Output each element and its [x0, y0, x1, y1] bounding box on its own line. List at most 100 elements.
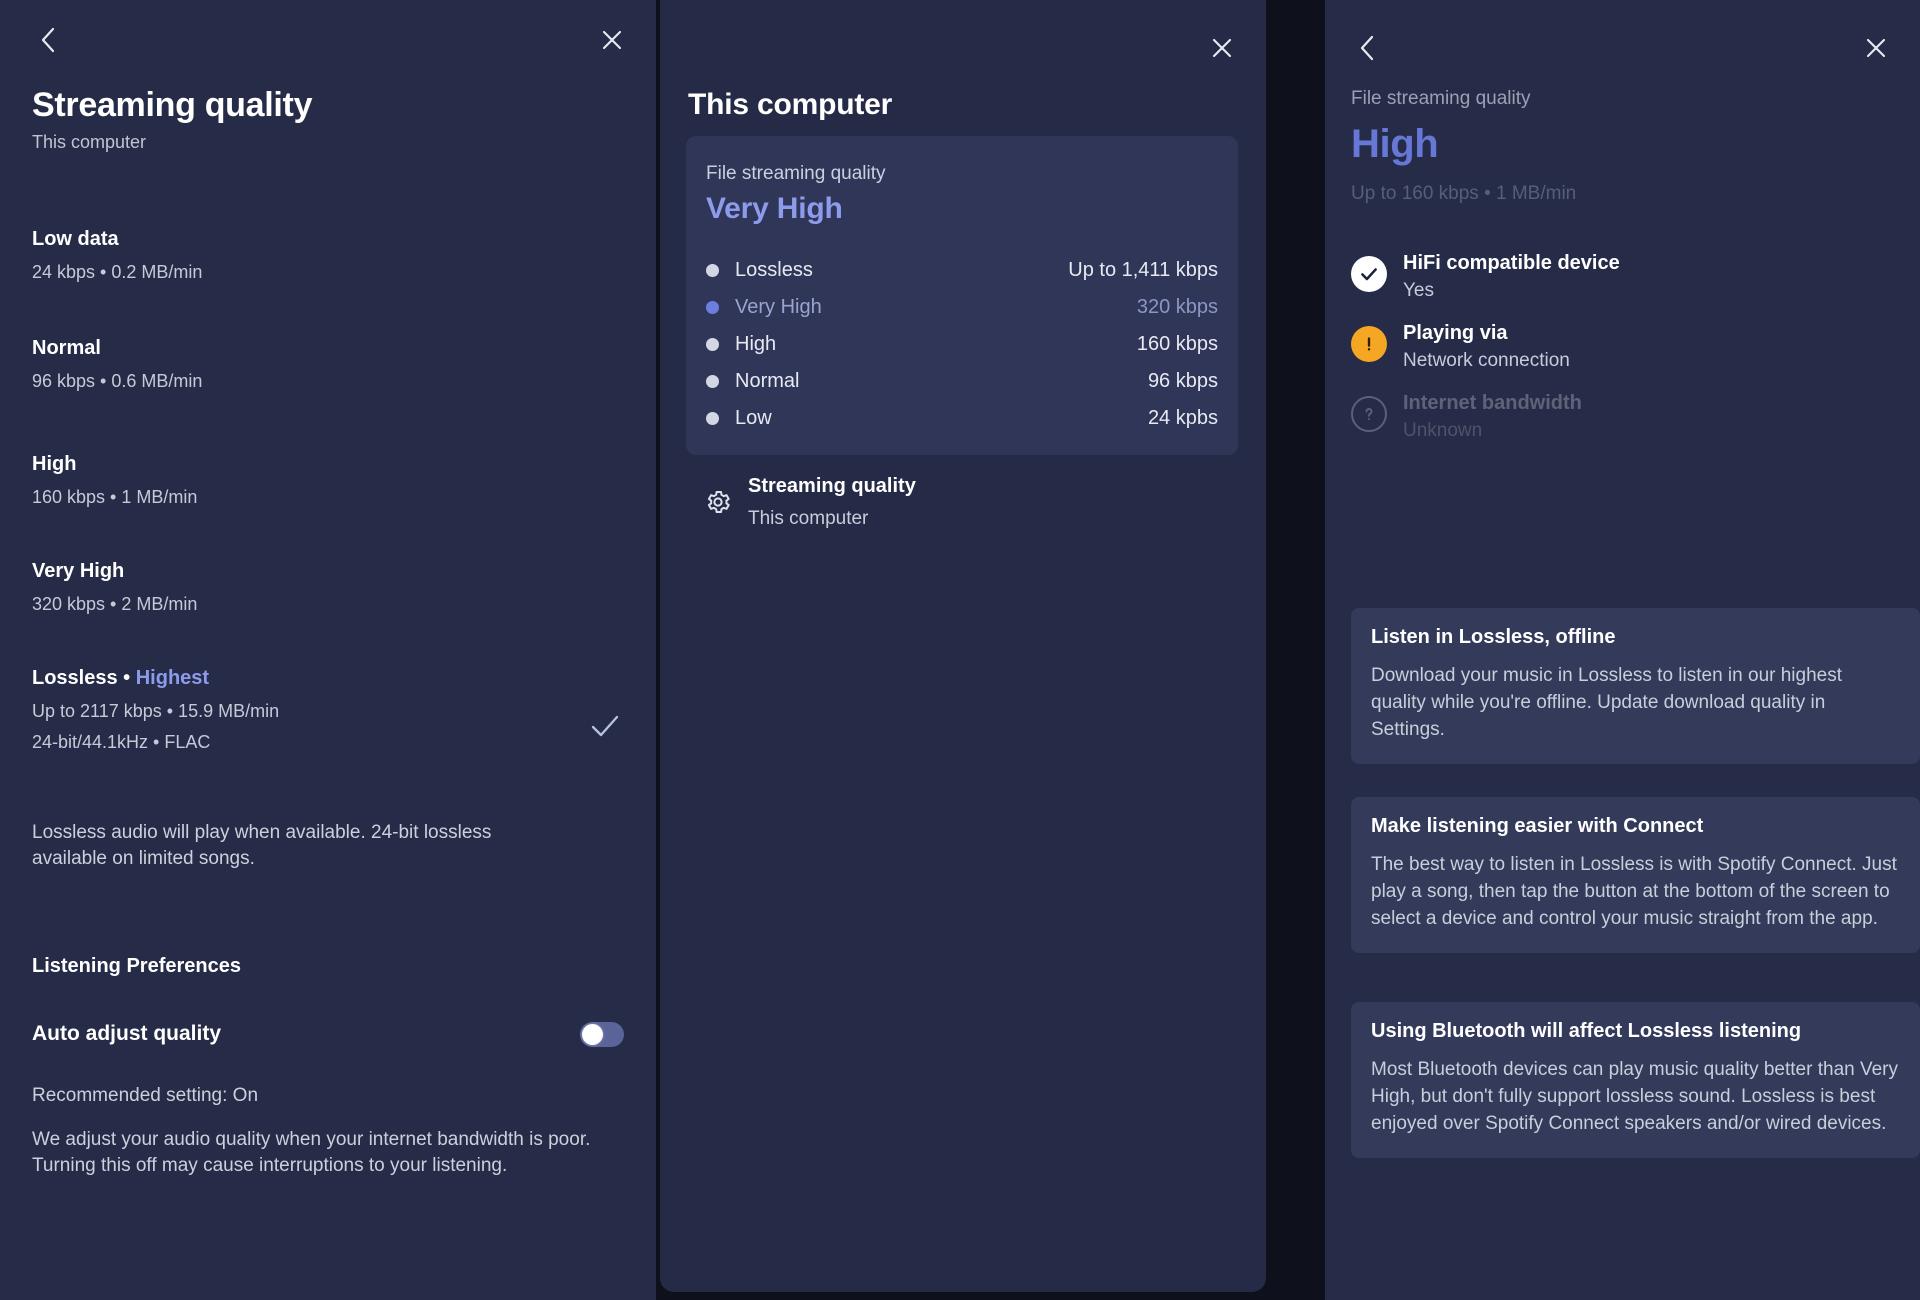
- close-button[interactable]: [1200, 26, 1244, 70]
- info-card-body: The best way to listen in Lossless is wi…: [1371, 854, 1897, 929]
- check-circle-icon: [1351, 256, 1387, 292]
- quality-option-lossless[interactable]: Lossless • Highest Up to 2117 kbps • 15.…: [32, 667, 624, 753]
- toggle-knob: [582, 1024, 603, 1045]
- detail-meta: Up to 160 kbps • 1 MB/min: [1351, 183, 1577, 204]
- radio-dot-icon: [706, 264, 719, 277]
- quality-option-normal[interactable]: Normal 96 kbps • 0.6 MB/min: [32, 337, 624, 392]
- info-card-title: Make listening easier with Connect: [1371, 815, 1704, 837]
- close-icon: [1212, 38, 1232, 58]
- listening-preferences-heading: Listening Preferences: [32, 955, 241, 977]
- mid-panel-topbar: [660, 0, 1266, 88]
- page-title: Streaming quality: [32, 86, 313, 124]
- option-value: 160 kbps: [1136, 333, 1218, 355]
- info-card-body: Most Bluetooth devices can play music qu…: [1371, 1059, 1898, 1134]
- status-title: Internet bandwidth: [1403, 392, 1582, 414]
- status-title: Playing via: [1403, 322, 1508, 344]
- option-value: 96 kbps: [1147, 370, 1218, 392]
- quality-name: Low data: [32, 228, 119, 250]
- quality-meta: 320 kbps • 2 MB/min: [32, 594, 198, 614]
- chevron-left-icon: [1360, 35, 1374, 61]
- quality-separator: •: [117, 667, 136, 689]
- panel-title: This computer: [688, 88, 893, 121]
- quality-badge: Highest: [135, 667, 210, 689]
- quality-meta: 96 kbps • 0.6 MB/min: [32, 371, 203, 391]
- close-icon: [1866, 38, 1886, 58]
- close-button[interactable]: [1854, 26, 1898, 70]
- quality-option-high[interactable]: High 160 kbps • 1 MB/min: [32, 453, 624, 508]
- status-list: HiFi compatible device Yes Playing via N…: [1351, 252, 1894, 462]
- info-card-bluetooth: Using Bluetooth will affect Lossless lis…: [1351, 1002, 1920, 1158]
- quality-meta: 160 kbps • 1 MB/min: [32, 487, 198, 507]
- option-high[interactable]: High 160 kbps: [686, 326, 1238, 363]
- radio-dot-icon: [706, 338, 719, 351]
- option-very-high[interactable]: Very High 320 kbps: [686, 289, 1238, 326]
- right-panel-topbar: [1325, 0, 1920, 88]
- quality-option-low-data[interactable]: Low data 24 kbps • 0.2 MB/min: [32, 228, 624, 283]
- info-card-title: Using Bluetooth will affect Lossless lis…: [1371, 1020, 1802, 1042]
- status-subtitle: Unknown: [1403, 420, 1483, 441]
- quality-name: Very High: [32, 560, 125, 582]
- page-subtitle: This computer: [32, 132, 147, 152]
- recommended-setting-text: Recommended setting: On: [32, 1085, 259, 1106]
- close-button[interactable]: [590, 18, 634, 62]
- auto-adjust-quality-label: Auto adjust quality: [32, 1022, 221, 1045]
- radio-dot-icon: [706, 375, 719, 388]
- detail-kicker: File streaming quality: [1351, 88, 1531, 109]
- question-circle-icon: [1351, 396, 1387, 432]
- file-streaming-quality-card: File streaming quality Very High Lossles…: [686, 136, 1238, 455]
- gear-icon: [704, 488, 732, 516]
- quality-option-very-high[interactable]: Very High 320 kbps • 2 MB/min: [32, 560, 624, 615]
- option-lossless[interactable]: Lossless Up to 1,411 kbps: [686, 252, 1238, 289]
- option-value: 320 kbps: [1136, 296, 1218, 318]
- card-value: Very High: [706, 192, 843, 225]
- this-computer-panel: This computer File streaming quality Ver…: [660, 0, 1266, 1292]
- option-normal[interactable]: Normal 96 kbps: [686, 363, 1238, 400]
- option-low[interactable]: Low 24 kpbs: [686, 400, 1238, 437]
- card-label: File streaming quality: [706, 163, 886, 184]
- status-hifi-compatible-device: HiFi compatible device Yes: [1351, 252, 1894, 314]
- quality-name-row: Lossless • Highest: [32, 667, 624, 690]
- auto-adjust-description: We adjust your audio quality when your i…: [32, 1129, 591, 1177]
- status-subtitle: Yes: [1403, 280, 1434, 301]
- option-value: Up to 1,411 kbps: [1068, 259, 1218, 281]
- option-label: High: [735, 333, 777, 355]
- status-subtitle: Network connection: [1403, 350, 1570, 371]
- settings-row-subtitle: This computer: [748, 508, 869, 529]
- option-label: Low: [735, 407, 772, 429]
- option-label: Lossless: [735, 259, 813, 281]
- back-button[interactable]: [26, 18, 70, 62]
- quality-meta: Up to 2117 kbps • 15.9 MB/min: [32, 701, 280, 721]
- streaming-quality-panel: Streaming quality This computer Low data…: [0, 0, 656, 1300]
- quality-meta: 24 kbps • 0.2 MB/min: [32, 262, 203, 282]
- radio-dot-icon: [706, 412, 719, 425]
- option-label: Normal: [735, 370, 800, 392]
- file-streaming-quality-detail-panel: File streaming quality High Up to 160 kb…: [1325, 0, 1920, 1300]
- settings-row-title: Streaming quality: [748, 475, 916, 497]
- chevron-left-icon: [41, 27, 55, 53]
- option-label: Very High: [735, 296, 822, 318]
- status-title: HiFi compatible device: [1403, 252, 1620, 274]
- quality-name: Normal: [32, 337, 101, 359]
- info-card-body: Download your music in Lossless to liste…: [1371, 665, 1843, 740]
- status-internet-bandwidth: Internet bandwidth Unknown: [1351, 392, 1894, 454]
- detail-value: High: [1351, 122, 1439, 166]
- streaming-quality-settings-row[interactable]: Streaming quality This computer: [686, 470, 1238, 540]
- selected-check-icon: [588, 709, 622, 743]
- back-button[interactable]: [1345, 26, 1389, 70]
- lossless-note: Lossless audio will play when available.…: [32, 822, 492, 870]
- status-playing-via: Playing via Network connection: [1351, 322, 1894, 384]
- screen: Streaming quality This computer Low data…: [0, 0, 1920, 1300]
- auto-adjust-quality-toggle[interactable]: [580, 1022, 624, 1047]
- warning-circle-icon: [1351, 326, 1387, 362]
- left-panel-topbar: [0, 0, 656, 88]
- quality-name: Lossless: [32, 667, 118, 689]
- info-card-title: Listen in Lossless, offline: [1371, 626, 1616, 648]
- info-card-connect: Make listening easier with Connect The b…: [1351, 797, 1920, 953]
- close-icon: [602, 30, 622, 50]
- option-value: 24 kpbs: [1147, 407, 1218, 429]
- quality-options-list: Lossless Up to 1,411 kbps Very High 320 …: [686, 252, 1238, 437]
- quality-meta-secondary: 24-bit/44.1kHz • FLAC: [32, 732, 211, 752]
- info-card-lossless-offline: Listen in Lossless, offline Download you…: [1351, 608, 1920, 764]
- radio-dot-icon: [706, 301, 719, 314]
- quality-name: High: [32, 453, 77, 475]
